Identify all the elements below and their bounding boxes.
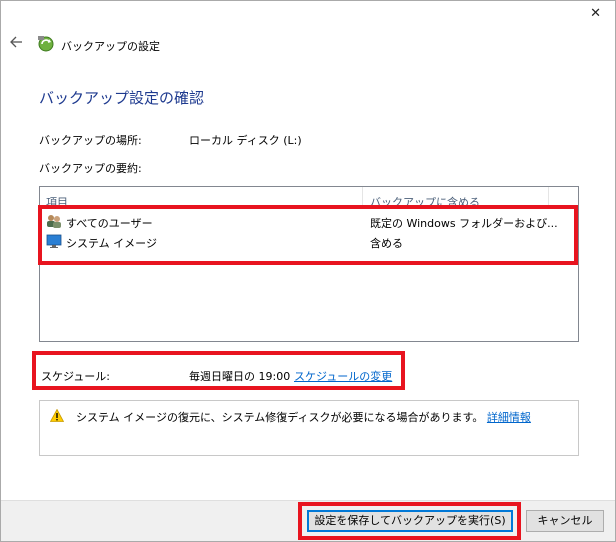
- close-icon[interactable]: ✕: [590, 7, 601, 20]
- cancel-button[interactable]: キャンセル: [526, 510, 604, 532]
- column-divider[interactable]: [548, 187, 549, 207]
- warning-icon: [50, 409, 64, 422]
- row-value: 含める: [370, 237, 403, 250]
- warning-text: システム イメージの復元に、システム修復ディスクが必要になる場合があります。: [76, 411, 484, 424]
- column-divider[interactable]: [362, 187, 363, 207]
- list-row-all-users[interactable]: すべてのユーザー 既定の Windows フォルダーおよび...: [40, 211, 578, 231]
- backup-summary-list: 項目 バックアップに含める すべてのユーザー 既定の Windows フォルダー…: [39, 186, 579, 342]
- warning-panel: システム イメージの復元に、システム修復ディスクが必要になる場合があります。 詳…: [39, 400, 579, 456]
- users-icon: [47, 215, 61, 228]
- row-name: すべてのユーザー: [66, 217, 153, 230]
- list-row-system-image[interactable]: システム イメージ 含める: [40, 231, 578, 251]
- backup-app-icon: [38, 36, 54, 52]
- window-title: バックアップの設定: [61, 40, 160, 53]
- row-value: 既定の Windows フォルダーおよび...: [370, 217, 558, 230]
- change-schedule-link[interactable]: スケジュールの変更: [294, 368, 392, 384]
- more-info-link[interactable]: 詳細情報: [487, 411, 531, 424]
- title-bar: バックアップの設定: [1, 31, 615, 61]
- warning-message: システム イメージの復元に、システム修復ディスクが必要になる場合があります。 詳…: [76, 409, 531, 425]
- location-label: バックアップの場所:: [39, 134, 142, 147]
- summary-label: バックアップの要約:: [39, 162, 142, 175]
- column-header-include[interactable]: バックアップに含める: [370, 194, 480, 210]
- schedule-value: 毎週日曜日の 19:00: [189, 370, 291, 383]
- footer-bar: 設定を保存してバックアップを実行(S) キャンセル: [1, 500, 615, 541]
- list-header: 項目 バックアップに含める: [40, 187, 578, 210]
- page-heading: バックアップ設定の確認: [39, 89, 205, 107]
- row-name: システム イメージ: [66, 237, 157, 250]
- save-and-run-backup-button[interactable]: 設定を保存してバックアップを実行(S): [307, 510, 513, 532]
- back-arrow-icon[interactable]: [9, 35, 23, 49]
- column-header-item[interactable]: 項目: [46, 194, 68, 210]
- location-value: ローカル ディスク (L:): [189, 134, 302, 147]
- backup-settings-window: ✕ バックアップの設定 バックアップ設定の確認 バックアップの場所: ローカル …: [0, 0, 616, 542]
- monitor-icon: [46, 234, 62, 248]
- schedule-label: スケジュール:: [41, 370, 110, 383]
